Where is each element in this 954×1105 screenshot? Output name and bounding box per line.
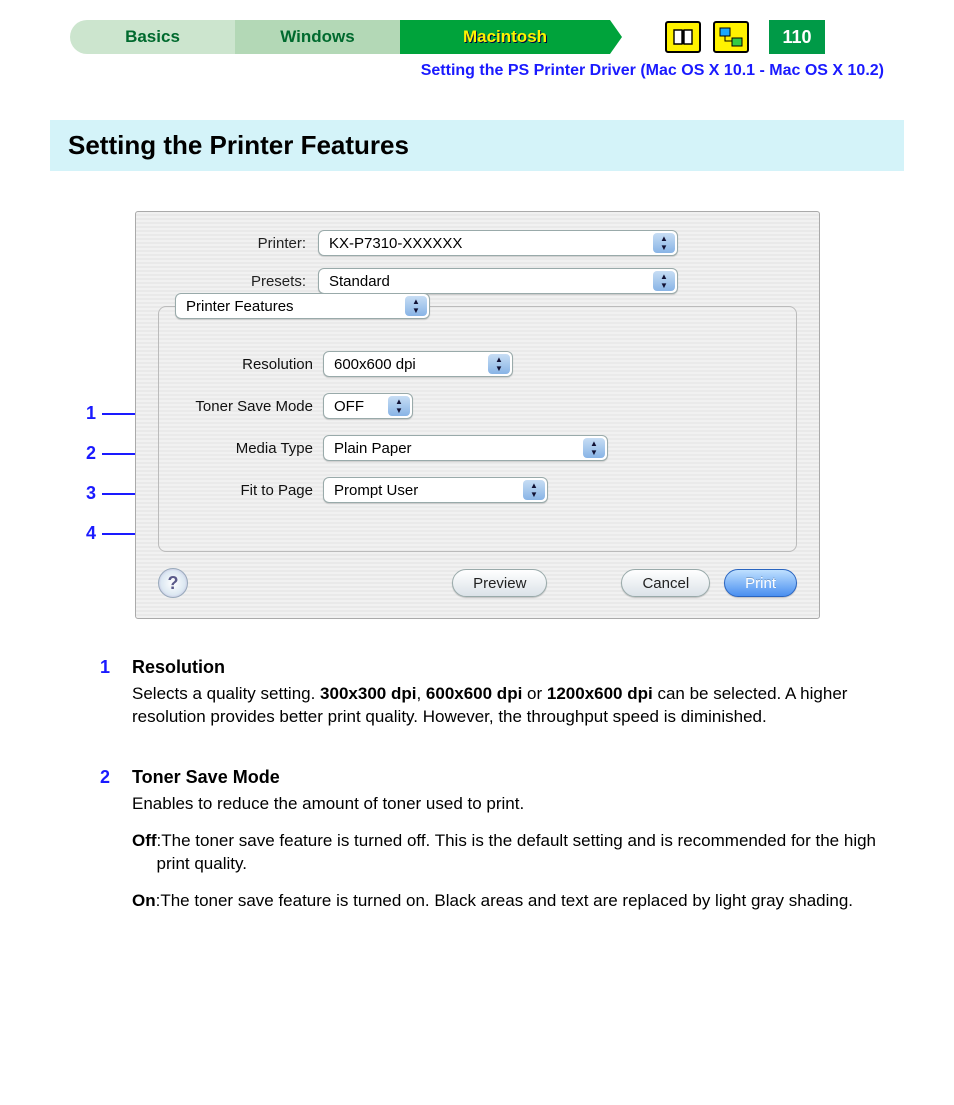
page-title: Setting the Printer Features	[68, 130, 886, 161]
printer-select[interactable]: KX-P7310-XXXXXX ▲▼	[318, 230, 678, 256]
updown-icon: ▲▼	[405, 296, 427, 316]
desc-text: Enables to reduce the amount of toner us…	[132, 793, 882, 816]
media-select[interactable]: Plain Paper ▲▼	[323, 435, 608, 461]
panel-section-select[interactable]: Printer Features ▲▼	[175, 293, 430, 319]
tab-macintosh[interactable]: Macintosh	[400, 20, 610, 54]
printer-label: Printer:	[158, 235, 318, 252]
resolution-label: Resolution	[183, 356, 323, 373]
tab-basics[interactable]: Basics	[70, 20, 235, 54]
panel-section-value: Printer Features	[186, 298, 294, 315]
book-icon[interactable]	[665, 21, 701, 53]
toner-select[interactable]: OFF ▲▼	[323, 393, 413, 419]
fit-select[interactable]: Prompt User ▲▼	[323, 477, 548, 503]
desc-title: Resolution	[132, 655, 882, 679]
desc-item-1: 1 Resolution Selects a quality setting. …	[100, 655, 882, 743]
breadcrumb[interactable]: Setting the PS Printer Driver (Mac OS X …	[0, 62, 884, 80]
cancel-button[interactable]: Cancel	[621, 569, 710, 597]
updown-icon: ▲▼	[523, 480, 545, 500]
desc-title: Toner Save Mode	[132, 765, 882, 789]
desc-text: Selects a quality setting. 300x300 dpi, …	[132, 683, 882, 729]
desc-num: 2	[100, 765, 132, 927]
updown-icon: ▲▼	[488, 354, 510, 374]
print-dialog: Printer: KX-P7310-XXXXXX ▲▼ Presets: Sta…	[135, 211, 820, 619]
updown-icon: ▲▼	[653, 271, 675, 291]
desc-sub-off: Off:The toner save feature is turned off…	[132, 830, 882, 876]
page-number: 110	[769, 20, 825, 54]
fit-value: Prompt User	[334, 482, 418, 499]
media-label: Media Type	[183, 440, 323, 457]
top-nav: Basics Windows Macintosh 110	[70, 20, 954, 54]
presets-value: Standard	[329, 273, 390, 290]
printer-features-panel: Printer Features ▲▼ Resolution 600x600 d…	[158, 306, 797, 552]
updown-icon: ▲▼	[653, 233, 675, 253]
section-title-bar: Setting the Printer Features	[50, 120, 904, 171]
updown-icon: ▲▼	[583, 438, 605, 458]
desc-sub-on: On:The toner save feature is turned on. …	[132, 890, 882, 913]
desc-item-2: 2 Toner Save Mode Enables to reduce the …	[100, 765, 882, 927]
toner-value: OFF	[334, 398, 364, 415]
network-icon[interactable]	[713, 21, 749, 53]
updown-icon: ▲▼	[388, 396, 410, 416]
preview-button[interactable]: Preview	[452, 569, 547, 597]
media-value: Plain Paper	[334, 440, 412, 457]
presets-label: Presets:	[158, 273, 318, 290]
print-button[interactable]: Print	[724, 569, 797, 597]
resolution-value: 600x600 dpi	[334, 356, 416, 373]
toner-label: Toner Save Mode	[183, 398, 323, 415]
fit-label: Fit to Page	[183, 482, 323, 499]
presets-select[interactable]: Standard ▲▼	[318, 268, 678, 294]
resolution-select[interactable]: 600x600 dpi ▲▼	[323, 351, 513, 377]
tab-windows[interactable]: Windows	[235, 20, 400, 54]
printer-value: KX-P7310-XXXXXX	[329, 235, 462, 252]
desc-num: 1	[100, 655, 132, 743]
help-button[interactable]: ?	[158, 568, 188, 598]
